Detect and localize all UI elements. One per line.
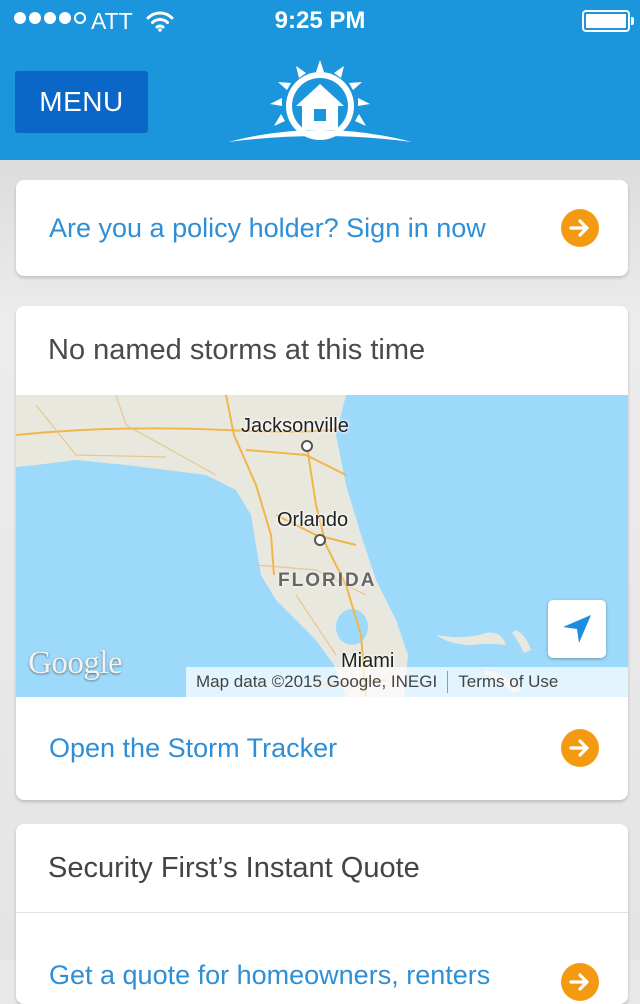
google-logo: Google [28,645,123,681]
sign-in-link[interactable]: Are you a policy holder? Sign in now [16,180,628,276]
storm-card: No named storms at this time Jacksonvill… [16,306,628,800]
storm-status-title: No named storms at this time [48,334,426,366]
menu-button[interactable]: MENU [15,71,148,133]
locate-button[interactable] [548,600,606,658]
map-state-label: FLORIDA [278,570,377,591]
policy-holder-card[interactable]: Are you a policy holder? Sign in now [16,180,628,276]
map-city-marker [314,534,326,546]
map-attribution: Map data ©2015 Google, INEGI [196,672,438,691]
arrow-right-circle-icon [561,963,599,1001]
map-city-marker [301,440,313,452]
status-bar: ATT 9:25 PM [0,0,640,42]
map-city-label: Orlando [277,509,349,531]
instant-quote-title: Security First’s Instant Quote [48,852,420,884]
storm-tracker-link-text: Open the Storm Tracker [49,732,338,763]
instant-quote-card: Security First’s Instant Quote Get a quo… [16,824,628,1004]
get-quote-link[interactable]: Get a quote for homeowners, renters [16,913,628,1001]
sign-in-link-text: Are you a policy holder? Sign in now [49,212,486,243]
status-time: 9:25 PM [274,7,366,34]
get-quote-link-text: Get a quote for homeowners, renters [49,960,491,990]
arrow-right-circle-icon [561,209,599,247]
battery-icon [582,10,634,32]
content-area: Are you a policy holder? Sign in now No … [0,160,640,1004]
terms-of-use-link[interactable]: Terms of Use [458,672,558,692]
house-sun-logo [228,60,412,142]
header-bar: MENU [0,42,640,160]
arrow-right-circle-icon [561,729,599,767]
navigation-arrow-icon [563,615,591,643]
storm-tracker-link[interactable]: Open the Storm Tracker [16,697,628,799]
storm-map[interactable]: Jacksonville Orlando FLORIDA Miami Googl… [16,395,628,697]
map-city-label: Jacksonville [241,415,349,437]
map-attribution-bar: Map data ©2015 Google, INEGI Terms of Us… [186,667,628,697]
